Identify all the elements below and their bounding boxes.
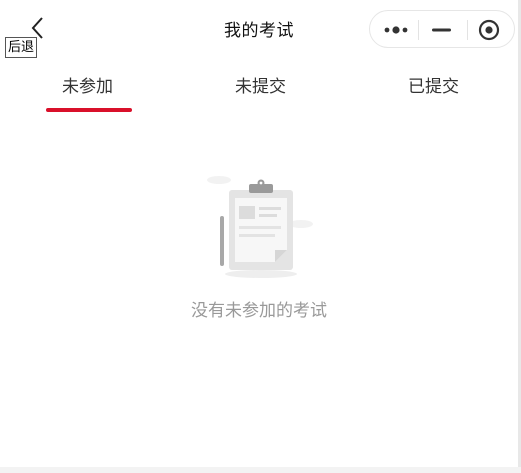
active-tab-indicator [46,108,132,112]
close-button[interactable] [466,11,514,49]
mini-program-capsule [369,10,515,48]
clipboard-icon [205,170,317,282]
window-bottom-edge [0,467,521,473]
tab-not-submitted[interactable]: 未提交 [235,72,286,97]
navigation-bar: 后退 我的考试 [0,0,518,58]
tab-submitted[interactable]: 已提交 [408,72,459,97]
target-circle-icon [478,19,500,41]
tab-not-participated[interactable]: 未参加 [62,72,113,97]
minimize-button[interactable] [419,11,467,49]
more-dots-icon [384,26,408,34]
more-button[interactable] [373,11,421,49]
empty-state-message: 没有未参加的考试 [191,301,327,321]
tab-bar: 未参加 未提交 已提交 [0,58,518,114]
minimize-icon [432,28,451,32]
